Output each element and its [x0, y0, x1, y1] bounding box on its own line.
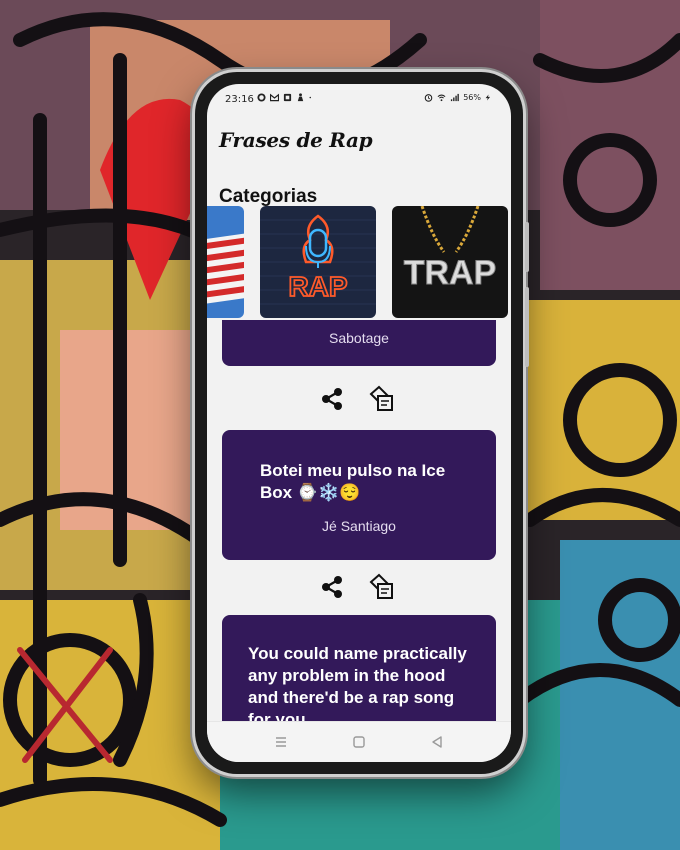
quote-text: Botei meu pulso na Ice Box ⌚❄️😌 — [260, 461, 446, 502]
menu-icon[interactable] — [273, 734, 289, 750]
quote-author: Jé Santiago — [322, 518, 396, 534]
volume-button — [525, 287, 529, 367]
category-label: TRAP — [404, 254, 497, 292]
quote-text: You could name practically any problem i… — [248, 644, 467, 726]
gmail-icon — [270, 93, 279, 102]
us-flag-image — [207, 206, 244, 318]
system-navigation-bar — [207, 721, 511, 762]
quote-card: Botei meu pulso na Ice Box ⌚❄️😌 Jé Santi… — [222, 430, 496, 560]
app-title: Frases de Rap — [219, 128, 373, 152]
status-time: 23:16 — [225, 94, 254, 105]
category-card[interactable]: TRAP — [392, 206, 508, 318]
alarm-icon — [424, 94, 433, 102]
quote-author: Sabotage — [329, 330, 389, 346]
category-carousel[interactable]: RAP TRAP — [207, 206, 511, 318]
trap-chain-image: TRAP — [392, 206, 508, 318]
app-icon — [283, 93, 292, 102]
battery-level: 56% — [463, 93, 481, 102]
signal-icon — [451, 93, 460, 102]
category-card[interactable]: RAP — [260, 206, 376, 318]
neon-rap-microphone-image: RAP — [260, 206, 376, 318]
wifi-icon — [437, 94, 446, 102]
quote-card: Sabotage — [222, 320, 496, 366]
quote-card: You could name practically any problem i… — [222, 615, 496, 726]
charging-icon — [485, 94, 491, 101]
person-icon — [297, 93, 304, 102]
phone-screen: 23:16 56% Frases de Rap Categorias RAP T… — [207, 84, 511, 762]
whatsapp-icon — [257, 93, 266, 102]
category-label: RAP — [288, 271, 347, 302]
home-icon[interactable] — [351, 734, 367, 750]
share-icon[interactable] — [317, 384, 347, 414]
power-button — [525, 222, 529, 272]
status-bar: 23:16 56% — [207, 84, 511, 114]
categories-heading: Categorias — [219, 186, 318, 207]
copy-icon[interactable] — [366, 384, 396, 414]
dot-icon — [309, 96, 311, 99]
phone-frame: 23:16 56% Frases de Rap Categorias RAP T… — [195, 72, 529, 774]
quote-feed[interactable]: Sabotage Botei meu pulso na Ice Box ⌚❄️😌… — [207, 320, 511, 726]
category-card[interactable] — [207, 206, 244, 318]
copy-icon[interactable] — [366, 572, 396, 602]
quote-actions — [207, 572, 511, 606]
share-icon[interactable] — [317, 572, 347, 602]
quote-actions — [207, 384, 511, 418]
back-icon[interactable] — [429, 734, 445, 750]
